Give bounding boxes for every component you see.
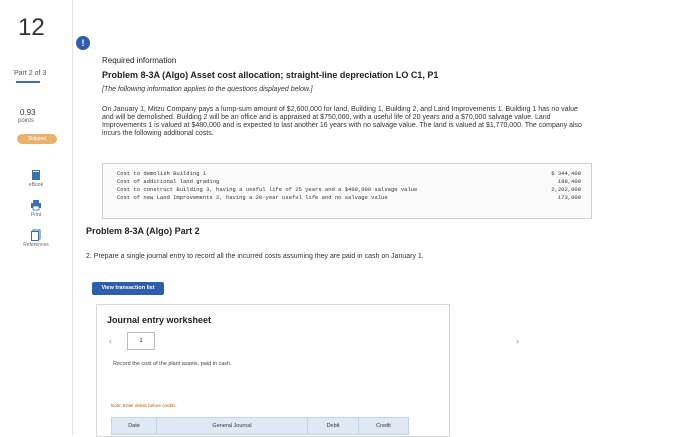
column-general-journal: General Journal xyxy=(212,423,252,429)
main-content: ! Required information Problem 8-3A (Alg… xyxy=(72,0,700,437)
problem-title: Problem 8-3A (Algo) Asset cost allocatio… xyxy=(102,70,439,80)
ebook-label: eBook xyxy=(28,182,44,188)
required-heading: Required information xyxy=(102,56,177,65)
cost-value: $ 344,400 xyxy=(551,170,581,177)
ebook-button[interactable]: eBook xyxy=(14,168,58,188)
cost-table: Cost to demolish Building 1 $ 344,400 Co… xyxy=(102,163,592,219)
column-date: Date xyxy=(128,423,140,429)
chevron-right-icon[interactable]: › xyxy=(516,336,519,346)
points-label: points xyxy=(18,118,35,124)
book-icon xyxy=(30,168,42,180)
references-label: References xyxy=(23,242,49,248)
part-progress-bar xyxy=(16,81,40,83)
journal-table-header: Date General Journal Debit Credit xyxy=(111,417,409,435)
info-note: [The following information applies to th… xyxy=(102,86,313,93)
printer-icon xyxy=(30,198,42,211)
question2-text: 2. Prepare a single journal entry to rec… xyxy=(86,253,424,260)
column-credit: Credit xyxy=(376,423,391,429)
journal-description: Record the cost of the plant assets, pai… xyxy=(113,361,232,367)
print-button[interactable]: Print xyxy=(14,198,58,218)
journal-entry-worksheet: Journal entry worksheet ‹ 1 › Record the… xyxy=(96,304,519,437)
part-indicator: Part 2 of 3 xyxy=(14,70,47,77)
sidebar: 12 Part 2 of 3 0.93 points Skipped eBook… xyxy=(0,0,73,435)
view-transaction-list-button[interactable]: View transaction list xyxy=(92,282,164,295)
cost-label: Cost to demolish Building 1 xyxy=(117,170,207,177)
cost-value: 2,202,000 xyxy=(551,186,581,193)
cost-label: Cost of additional land grading xyxy=(117,178,220,185)
cost-label: Cost of new Land Improvements 2, having … xyxy=(117,194,388,201)
chevron-left-icon[interactable]: ‹ xyxy=(109,336,112,346)
question-number: 12 xyxy=(18,14,45,41)
cost-value: 173,000 xyxy=(557,194,581,201)
points-value: 0.93 xyxy=(20,108,36,117)
journal-title: Journal entry worksheet xyxy=(107,315,212,325)
references-button[interactable]: References xyxy=(14,228,58,248)
journal-note: Note: Enter debits before credits. xyxy=(111,403,177,408)
column-debit: Debit xyxy=(326,423,340,429)
alert-icon: ! xyxy=(76,36,90,50)
print-label: Print xyxy=(30,212,42,218)
cost-label: Cost to construct Building 3, having a u… xyxy=(117,186,418,193)
problem-paragraph: On January 1, Mitzu Company pays a lump-… xyxy=(102,106,582,137)
status-badge: Skipped xyxy=(17,134,57,144)
cost-value: 189,400 xyxy=(557,178,581,185)
part2-title: Problem 8-3A (Algo) Part 2 xyxy=(86,226,200,236)
page-number-box[interactable]: 1 xyxy=(127,332,155,350)
references-icon xyxy=(30,228,42,241)
